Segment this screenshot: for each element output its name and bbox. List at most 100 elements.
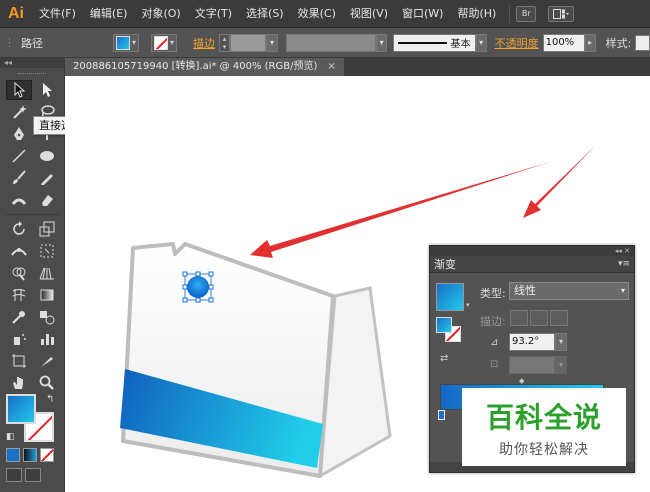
tools-panel-collapse-icon[interactable]: ◂◂ <box>0 58 64 68</box>
artboard-tool-icon[interactable] <box>6 351 32 371</box>
color-mode-icon[interactable] <box>6 448 20 462</box>
line-segment-tool-icon[interactable] <box>6 146 32 166</box>
gradient-mode-icon[interactable] <box>23 448 37 462</box>
blend-tool-icon[interactable] <box>34 307 60 327</box>
mini-fill-box[interactable] <box>436 317 452 333</box>
style-label: 样式: <box>605 36 632 50</box>
gradient-type-value: 线性 <box>514 284 536 297</box>
fill-stroke-widget: ↰ ◧ <box>6 394 58 444</box>
opacity-field[interactable]: 100% <box>542 33 585 52</box>
reverse-gradient-icon[interactable]: ⇄ <box>440 353 448 364</box>
mesh-tool-icon[interactable] <box>6 285 32 305</box>
gradient-tool-icon[interactable] <box>34 285 60 305</box>
selection-type-label: 路径 <box>21 36 43 50</box>
free-transform-tool-icon[interactable] <box>34 241 60 261</box>
pencil-tool-icon[interactable] <box>34 168 60 188</box>
menu-divider <box>509 4 511 23</box>
direct-selection-tool-icon[interactable] <box>34 80 60 100</box>
watermark-title: 百科全说 <box>485 401 602 434</box>
document-tab-bar: 200886105719940 [转换].ai* @ 400% (RGB/预览)… <box>65 58 650 76</box>
menu-object[interactable]: 对象(O) <box>134 0 187 28</box>
annotation-arrows <box>250 146 595 258</box>
rotate-tool-icon[interactable] <box>6 219 32 239</box>
stroke-weight-dropdown[interactable]: ▾ <box>266 33 278 52</box>
brush-definition-field[interactable]: 基本 <box>393 33 476 52</box>
document-tab-title: 200886105719940 [转换].ai* @ 400% (RGB/预览) <box>73 61 318 72</box>
menu-bar: Ai 文件(F) 编辑(E) 对象(O) 文字(T) 选择(S) 效果(C) 视… <box>0 0 650 28</box>
paintbrush-tool-icon[interactable] <box>6 168 32 188</box>
aspect-ratio-dropdown: ▾ <box>555 356 567 374</box>
gradient-color-stop[interactable] <box>438 410 445 420</box>
stroke-weight-field[interactable] <box>230 33 267 52</box>
shape-builder-tool-icon[interactable] <box>6 263 32 283</box>
fill-color-box[interactable] <box>6 394 36 424</box>
gradient-fill-stroke-mini[interactable] <box>436 317 462 343</box>
draw-mode-icon[interactable] <box>6 468 22 482</box>
stroke-weight-stepper[interactable]: ▴ ▾ <box>219 33 231 52</box>
screen-mode-icon[interactable] <box>25 468 41 482</box>
chevron-down-icon: ▾ <box>620 286 625 295</box>
none-mode-icon[interactable] <box>40 448 54 462</box>
brush-definition-dropdown[interactable]: ▾ <box>475 33 487 52</box>
menu-select[interactable]: 选择(S) <box>239 0 291 28</box>
stroke-swatch-dropdown[interactable]: ▾ <box>151 33 178 52</box>
close-tab-icon[interactable]: × <box>327 58 335 76</box>
pen-tool-icon[interactable] <box>6 124 32 144</box>
column-graph-tool-icon[interactable] <box>34 329 60 349</box>
variable-width-dropdown[interactable]: ▾ <box>376 33 388 52</box>
fill-swatch-dropdown[interactable]: ▾ <box>113 33 140 52</box>
blob-brush-tool-icon[interactable] <box>6 190 32 210</box>
width-tool-icon[interactable] <box>6 241 32 261</box>
menu-type[interactable]: 文字(T) <box>188 0 239 28</box>
watermark-subtitle: 助你轻松解决 <box>499 442 589 458</box>
menu-file[interactable]: 文件(F) <box>32 0 83 28</box>
aspect-ratio-field <box>509 356 555 374</box>
document-tab[interactable]: 200886105719940 [转换].ai* @ 400% (RGB/预览)… <box>65 58 344 76</box>
panel-menu-icon[interactable]: ▾≡ <box>618 259 630 269</box>
magic-wand-tool-icon[interactable] <box>6 102 32 122</box>
bridge-button[interactable]: Br <box>516 5 537 22</box>
variable-width-profile-field[interactable] <box>285 33 377 52</box>
scale-tool-icon[interactable] <box>34 219 60 239</box>
chevron-down-icon[interactable]: ▾ <box>466 301 470 309</box>
gradient-angle-dropdown[interactable]: ▾ <box>555 333 567 351</box>
eyedropper-tool-icon[interactable] <box>6 307 32 327</box>
menu-view[interactable]: 视图(V) <box>343 0 395 28</box>
stroke-along-icon[interactable] <box>530 310 548 326</box>
ellipse-tool-icon[interactable] <box>34 146 60 166</box>
opacity-link[interactable]: 不透明度 <box>495 35 539 51</box>
zoom-tool-icon[interactable] <box>34 373 60 393</box>
eraser-tool-icon[interactable] <box>34 190 60 210</box>
selected-circle <box>187 276 209 298</box>
stroke-within-icon[interactable] <box>510 310 528 326</box>
graphic-style-swatch[interactable] <box>635 34 650 51</box>
menu-effect[interactable]: 效果(C) <box>291 0 343 28</box>
no-stroke-swatch-icon <box>154 35 169 50</box>
hand-tool-icon[interactable] <box>6 373 32 393</box>
gradient-preview-swatch[interactable] <box>436 283 464 311</box>
stroke-across-icon[interactable] <box>550 310 568 326</box>
symbol-sprayer-tool-icon[interactable] <box>6 329 32 349</box>
menu-window[interactable]: 窗口(W) <box>395 0 450 28</box>
perspective-grid-tool-icon[interactable] <box>34 263 60 283</box>
app-logo: Ai <box>8 4 24 22</box>
gradient-panel-header: 渐变 ▾≡ <box>430 256 634 273</box>
menu-edit[interactable]: 编辑(E) <box>83 0 135 28</box>
gradient-panel-title[interactable]: 渐变 <box>434 256 456 272</box>
default-fill-stroke-icon[interactable]: ◧ <box>6 432 15 442</box>
screen-mode-row <box>6 468 41 482</box>
control-bar: ⋮ 路径 ▾ ▾ 描边 ▴ ▾ ▾ ▾ 基本 ▾ 不透明度 100% ▸ 样式: <box>0 28 650 58</box>
swap-fill-stroke-icon[interactable]: ↰ <box>46 394 54 405</box>
gradient-angle-field[interactable]: 93.2° <box>509 333 555 351</box>
gradient-type-label: 类型: <box>480 287 506 300</box>
workspace-switcher-icon[interactable] <box>548 5 575 22</box>
panel-collapse-close-icon[interactable]: ◂◂ ✕ <box>430 246 634 256</box>
selection-tool-icon[interactable] <box>6 80 32 100</box>
chevron-down-icon: ▾ <box>132 38 137 47</box>
slice-tool-icon[interactable] <box>34 351 60 371</box>
opacity-dropdown[interactable]: ▸ <box>584 33 596 52</box>
gradient-type-select[interactable]: 线性 ▾ <box>509 282 629 300</box>
watermark-logo: 百科全说 助你轻松解决 <box>462 388 626 466</box>
menu-help[interactable]: 帮助(H) <box>450 0 503 28</box>
stroke-link[interactable]: 描边 <box>193 35 215 51</box>
